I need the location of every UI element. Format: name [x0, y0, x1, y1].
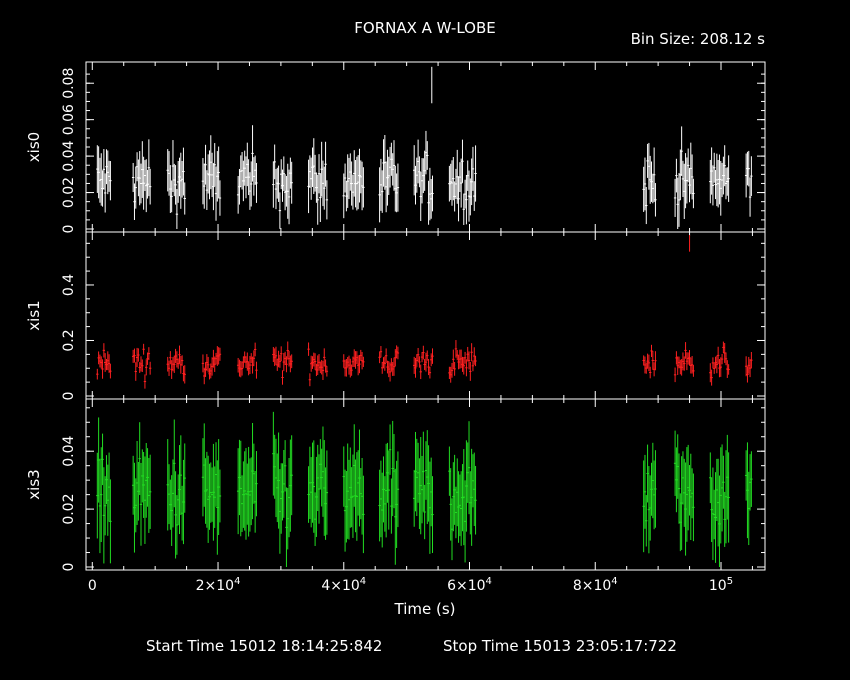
panel-frame: [85, 231, 766, 400]
bin-size-label: Bin Size: 208.12 s: [631, 30, 766, 48]
panels: 0 0.02 0.04 0.06 0.08 xis0 0 0.2 0.4 xis1 0 0.02 0.0…: [25, 61, 766, 572]
panel-xis0: 0 0.02 0.04 0.06 0.08 xis0: [25, 61, 766, 234]
y-tick-label: 0.04: [61, 140, 77, 171]
y-tick-label: 0: [61, 563, 77, 572]
x-tick-label: 0: [88, 578, 97, 594]
x-tick-label: 4×104: [321, 576, 366, 594]
x-tick-label: 2×104: [196, 576, 241, 594]
light-curve-figure: FORNAX A W-LOBE Bin Size: 208.12 s 0 0.02…: [25, 19, 766, 655]
x-tick-label: 6×104: [447, 576, 492, 594]
x-axis: 0 2×104 4×104 6×104 8×104 105: [88, 576, 733, 594]
series-xis0-points: [96, 66, 753, 229]
y-tick-label: 0: [61, 225, 77, 234]
chart-title: FORNAX A W-LOBE: [354, 19, 495, 37]
y-tick-label: 0.04: [61, 436, 77, 467]
y-tick-label: 0: [61, 392, 77, 401]
y-tick-label: 0.08: [61, 68, 77, 99]
y-tick-label: 0.02: [61, 494, 77, 525]
y-tick-label: 0.06: [61, 104, 77, 135]
series-xis1-points: [96, 235, 753, 389]
y-tick-label: 0.4: [61, 274, 77, 296]
panel-xis3: 0 0.02 0.04 xis3: [25, 398, 766, 572]
panel-xis1: 0 0.2 0.4 xis1: [25, 231, 766, 401]
series-xis3-points: [96, 411, 753, 567]
start-time-label: Start Time 15012 18:14:25:842: [146, 637, 382, 655]
series-label: xis1: [25, 300, 43, 330]
y-tick-label: 0.02: [61, 177, 77, 208]
y-tick-label: 0.2: [61, 329, 77, 351]
series-label: xis0: [25, 132, 43, 162]
x-tick-label: 105: [709, 576, 733, 594]
x-axis-label: Time (s): [394, 600, 456, 618]
series-label: xis3: [25, 469, 43, 499]
stop-time-label: Stop Time 15013 23:05:17:722: [443, 637, 677, 655]
x-tick-label: 8×104: [573, 576, 618, 594]
